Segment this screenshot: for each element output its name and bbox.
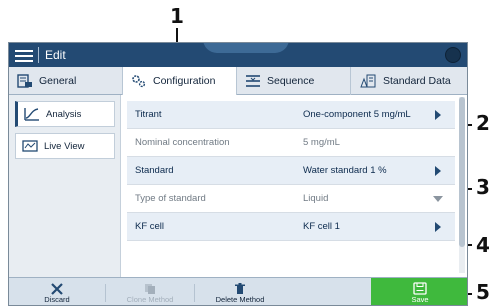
tab-sequence-label: Sequence xyxy=(267,75,315,87)
row-label: KF cell xyxy=(135,221,165,232)
save-label: Save xyxy=(411,295,429,304)
gears-icon xyxy=(132,75,146,88)
status-indicator-icon[interactable] xyxy=(445,47,461,63)
tab-standard-data-label: Standard Data xyxy=(383,75,451,87)
row-label: Standard xyxy=(135,165,174,176)
nav-item-analysis-label: Analysis xyxy=(46,108,82,120)
callout-4: 4 xyxy=(476,233,490,257)
general-icon xyxy=(17,74,32,88)
row-standard[interactable]: Standard Water standard 1 % xyxy=(127,157,455,185)
save-button[interactable]: Save xyxy=(371,278,467,305)
chevron-right-icon xyxy=(435,166,441,176)
copy-icon xyxy=(145,283,155,294)
titlebar-divider xyxy=(38,47,39,63)
clone-method-label: Clone Method xyxy=(126,294,174,304)
scrollbar[interactable] xyxy=(459,97,465,273)
scrollbar-thumb[interactable] xyxy=(459,97,465,247)
close-icon xyxy=(51,282,63,295)
row-label: Type of standard xyxy=(135,193,206,204)
discard-label: Discard xyxy=(44,294,70,304)
tab-standard-data[interactable]: Standard Data xyxy=(351,67,467,95)
header-notch xyxy=(203,43,289,53)
nav-item-analysis[interactable]: Analysis xyxy=(15,101,115,127)
row-value: One-component 5 mg/mL xyxy=(303,109,411,120)
delete-method-button[interactable]: Delete Method xyxy=(195,278,285,305)
tab-general[interactable]: General xyxy=(9,67,123,95)
chevron-right-icon xyxy=(435,110,441,120)
trash-icon xyxy=(235,282,245,294)
title-bar: Edit xyxy=(9,43,467,67)
settings-list: Titrant One-component 5 mg/mL Nominal co… xyxy=(121,95,467,277)
tab-sequence[interactable]: Sequence xyxy=(237,67,351,95)
chevron-right-icon xyxy=(435,222,441,232)
analysis-icon xyxy=(24,108,39,121)
row-label: Nominal concentration xyxy=(135,137,230,148)
tab-bar: General Configuration Sequence Standard … xyxy=(9,67,467,96)
row-kf-cell[interactable]: KF cell KF cell 1 xyxy=(127,213,455,241)
action-bar: Discard Clone Method Delete Method Save xyxy=(9,277,467,305)
row-type-of-standard[interactable]: Type of standard Liquid xyxy=(127,185,455,213)
callout-1: 1 xyxy=(170,4,184,28)
device-screen: Edit General Configuration Sequence Stan… xyxy=(8,42,468,306)
nav-item-live-view[interactable]: Live View xyxy=(15,133,115,159)
tab-general-label: General xyxy=(39,75,77,87)
delete-method-label: Delete Method xyxy=(215,294,265,304)
callout-5: 5 xyxy=(476,280,490,304)
standard-data-icon xyxy=(360,74,376,88)
row-partial xyxy=(127,241,455,269)
tab-configuration[interactable]: Configuration xyxy=(123,67,237,96)
chevron-down-icon xyxy=(433,196,443,202)
row-value: Water standard 1 % xyxy=(303,165,387,176)
row-value: Liquid xyxy=(303,193,329,204)
row-titrant[interactable]: Titrant One-component 5 mg/mL xyxy=(127,101,455,129)
save-icon xyxy=(413,282,427,295)
row-value: 5 mg/mL xyxy=(303,137,340,148)
tab-configuration-label: Configuration xyxy=(153,75,216,87)
row-nominal-concentration: Nominal concentration 5 mg/mL xyxy=(127,129,455,157)
row-value: KF cell 1 xyxy=(303,221,340,232)
discard-button[interactable]: Discard xyxy=(9,278,105,305)
hamburger-icon[interactable] xyxy=(15,47,33,63)
clone-method-button[interactable]: Clone Method xyxy=(106,278,194,305)
page-title: Edit xyxy=(45,48,66,62)
callout-2: 2 xyxy=(476,111,490,135)
sequence-icon xyxy=(246,75,260,87)
live-view-icon xyxy=(22,140,38,152)
row-label: Titrant xyxy=(135,109,162,120)
callout-3: 3 xyxy=(476,175,490,199)
side-navigation: Analysis Live View xyxy=(9,95,121,277)
nav-item-live-view-label: Live View xyxy=(44,140,85,152)
